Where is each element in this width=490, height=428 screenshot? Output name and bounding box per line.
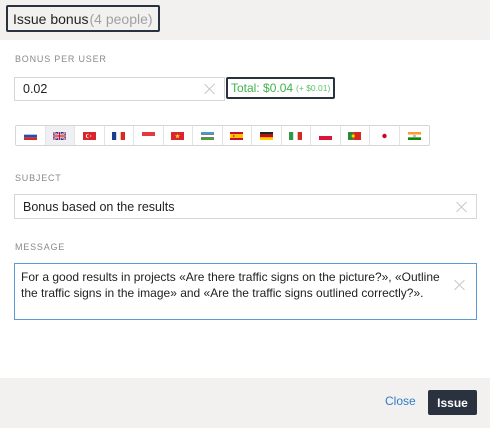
subject-input[interactable]: Bonus based on the results [14, 194, 477, 219]
flag-uk-icon [53, 131, 67, 140]
dialog-title: Issue bonus (4 people) [6, 5, 160, 32]
subject-value: Bonus based on the results [23, 199, 175, 214]
flag-ru-icon [23, 131, 37, 140]
message-value: For a good results in projects «Are ther… [21, 270, 440, 300]
flag-id[interactable] [134, 126, 164, 145]
message-textarea[interactable]: For a good results in projects «Are ther… [14, 263, 477, 320]
flag-es-icon [230, 131, 244, 140]
message-label: MESSAGE [15, 242, 66, 252]
flag-vn-icon [171, 131, 185, 140]
flag-fr-icon [112, 131, 126, 140]
dialog-title-text: Issue bonus [13, 10, 89, 27]
dialog-header: Issue bonus (4 people) [0, 0, 490, 40]
flag-pt[interactable] [341, 126, 370, 145]
close-button[interactable]: Close [385, 394, 416, 408]
flag-in-icon [407, 131, 421, 140]
flag-it[interactable] [282, 126, 311, 145]
bonus-per-user-label: BONUS PER USER [15, 54, 107, 64]
dialog-footer [0, 378, 490, 428]
issue-button[interactable]: Issue [428, 390, 477, 415]
total-amount: Total: $0.04 (+ $0.01) [226, 77, 336, 99]
language-selector [15, 125, 430, 146]
flag-en[interactable] [45, 126, 75, 145]
fee-value: (+ $0.01) [296, 83, 331, 93]
flag-pl[interactable] [311, 126, 341, 145]
total-value: Total: $0.04 [231, 81, 294, 95]
flag-id-icon [141, 131, 155, 140]
clear-bonus-icon[interactable] [204, 83, 216, 95]
flag-vn[interactable] [164, 126, 193, 145]
bonus-value: 0.02 [23, 82, 48, 96]
flag-de-icon [259, 131, 273, 140]
flag-uz-icon [200, 131, 214, 140]
flag-jp[interactable] [370, 126, 400, 145]
subject-label: SUBJECT [15, 173, 62, 183]
flag-de[interactable] [252, 126, 282, 145]
flag-tr-icon [82, 131, 96, 140]
clear-message-icon[interactable] [454, 279, 466, 291]
flag-tr[interactable] [75, 126, 105, 145]
flag-jp-icon [377, 131, 391, 140]
people-count: (4 people) [89, 10, 153, 27]
flag-uz[interactable] [193, 126, 223, 145]
flag-in[interactable] [400, 126, 430, 145]
flag-it-icon [289, 131, 303, 140]
clear-subject-icon[interactable] [456, 201, 468, 213]
flag-ru[interactable] [16, 126, 46, 145]
flag-fr[interactable] [105, 126, 134, 145]
bonus-per-user-input[interactable]: 0.02 [14, 77, 225, 101]
flag-es[interactable] [223, 126, 252, 145]
flag-pt-icon [348, 131, 362, 140]
flag-pl-icon [318, 131, 332, 140]
